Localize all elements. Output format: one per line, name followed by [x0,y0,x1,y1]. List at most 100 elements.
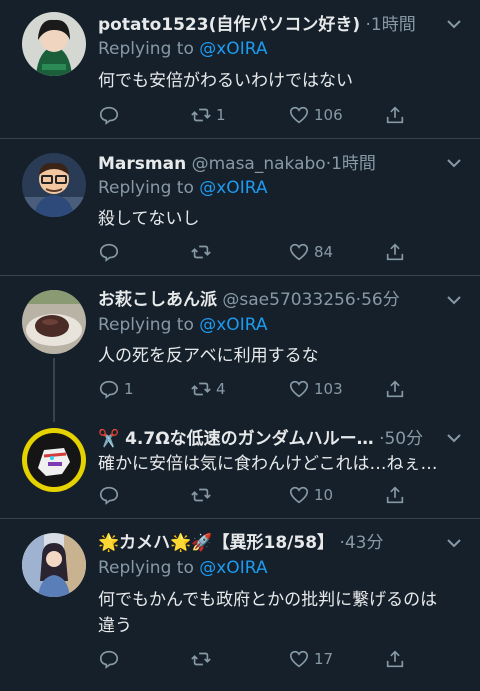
display-name[interactable]: Marsman [98,154,186,174]
like-icon [289,380,309,398]
mention-link[interactable]: @xOIRA [199,558,267,578]
retweet-icon [191,245,211,259]
tweet-actions: 10 [98,483,428,507]
share-button[interactable] [384,240,406,264]
tweet-text: 何でも安倍がわるいわけではない [98,71,353,91]
avatar[interactable] [22,12,86,76]
reply-button[interactable]: 1 [98,377,134,401]
like-count: 17 [314,650,334,668]
tweet-1[interactable]: potato1523(自作パソコン好き) ·1時間 Replying to @x… [0,0,480,138]
tweet-actions: 1 106 [98,103,428,127]
replying-to-label: Replying to [98,39,200,59]
reply-button[interactable] [98,240,124,264]
reply-button[interactable] [98,103,124,127]
replying-to-label: Replying to [98,178,200,198]
tweet-text: 確かに安倍は気に食わんけどこれは…ねぇ… [98,454,438,474]
like-icon [289,650,309,668]
display-name[interactable]: ✂️ 4.7Ωな低速のガンダムハルー… [98,429,374,449]
retweet-button[interactable] [190,240,216,264]
tweet-5[interactable]: 🌟カメハ🌟🚀【異形18/58】 ·43分 Replying to @xOIRA … [0,519,480,691]
user-handle[interactable]: @sae57033256 [222,290,355,310]
retweet-count: 1 [216,106,226,124]
share-icon [386,486,404,504]
share-icon [386,650,404,668]
like-icon [289,243,309,261]
tweet-header: お萩こしあん派 @sae57033256·56分 [98,289,440,311]
share-button[interactable] [384,103,406,127]
chevron-down-icon[interactable] [444,14,464,34]
like-count: 10 [314,486,334,504]
display-name[interactable]: お萩こしあん派 [98,290,217,310]
like-button[interactable]: 17 [288,647,333,671]
retweet-button[interactable]: 1 [190,103,226,127]
timestamp[interactable]: 50分 [384,429,423,449]
reply-icon [99,380,119,399]
replying-to: Replying to @xOIRA [98,557,267,579]
share-button[interactable] [384,377,406,401]
tweet-header: 🌟カメハ🌟🚀【異形18/58】 ·43分 [98,532,440,554]
tweet-3[interactable]: お萩こしあん派 @sae57033256·56分 Replying to @xO… [0,276,480,416]
chevron-down-icon[interactable] [444,533,464,553]
chevron-down-icon[interactable] [444,290,464,310]
tweet-text: 何でもかんでも政府とかの批判に繋げるのは 違う [98,590,438,636]
display-name[interactable]: 🌟カメハ🌟🚀【異形18/58】 [98,533,334,553]
like-button[interactable]: 10 [288,483,333,507]
timestamp[interactable]: 56分 [361,290,400,310]
share-icon [386,380,404,398]
tweet-text: 人の死を反アベに利用するな [98,346,319,366]
mention-link[interactable]: @xOIRA [199,39,267,59]
tweet-header: ✂️ 4.7Ωな低速のガンダムハルー… ·50分 [98,428,440,450]
thread-connector [53,358,55,422]
tweet-4[interactable]: ✂️ 4.7Ωな低速のガンダムハルー… ·50分 確かに安倍は気に食わんけどこれ… [0,416,480,518]
timestamp[interactable]: 1時間 [331,154,376,174]
retweet-button[interactable]: 4 [190,377,226,401]
reply-icon [99,650,119,669]
timestamp[interactable]: 43分 [345,533,384,553]
mention-link[interactable]: @xOIRA [199,315,267,335]
avatar[interactable] [22,533,86,597]
avatar[interactable] [22,428,86,492]
reply-icon [99,243,119,262]
mention-link[interactable]: @xOIRA [199,178,267,198]
like-count: 84 [314,243,334,261]
like-button[interactable]: 84 [288,240,333,264]
replying-to-label: Replying to [98,315,200,335]
replying-to: Replying to @xOIRA [98,314,267,336]
reply-button[interactable] [98,647,124,671]
share-button[interactable] [384,647,406,671]
avatar[interactable] [22,290,86,354]
replying-to-label: Replying to [98,558,200,578]
timestamp[interactable]: 1時間 [371,15,416,35]
retweet-icon [191,488,211,502]
replying-to: Replying to @xOIRA [98,38,267,60]
retweet-icon [191,108,211,122]
tweet-2[interactable]: Marsman @masa_nakabo·1時間 Replying to @xO… [0,139,480,275]
retweet-icon [191,382,211,396]
like-icon [289,486,309,504]
user-handle[interactable]: @masa_nakabo [192,154,326,174]
tweet-actions: 1 4 103 [98,377,428,401]
like-button[interactable]: 103 [288,377,343,401]
reply-icon [99,486,119,505]
like-icon [289,106,309,124]
like-button[interactable]: 106 [288,103,343,127]
reply-count: 1 [124,380,134,398]
share-icon [386,243,404,261]
tweet-header: Marsman @masa_nakabo·1時間 [98,153,440,175]
chevron-down-icon[interactable] [444,428,464,448]
retweet-count: 4 [216,380,226,398]
replying-to: Replying to @xOIRA [98,177,267,199]
tweet-header: potato1523(自作パソコン好き) ·1時間 [98,14,440,36]
like-count: 106 [314,106,343,124]
tweet-actions: 17 [98,647,428,671]
reply-button[interactable] [98,483,124,507]
display-name[interactable]: potato1523(自作パソコン好き) [98,15,360,35]
share-button[interactable] [384,483,406,507]
chevron-down-icon[interactable] [444,153,464,173]
share-icon [386,106,404,124]
retweet-button[interactable] [190,647,216,671]
tweet-text: 殺してないし [98,209,200,229]
reply-icon [99,106,119,125]
avatar[interactable] [22,153,86,217]
retweet-button[interactable] [190,483,216,507]
